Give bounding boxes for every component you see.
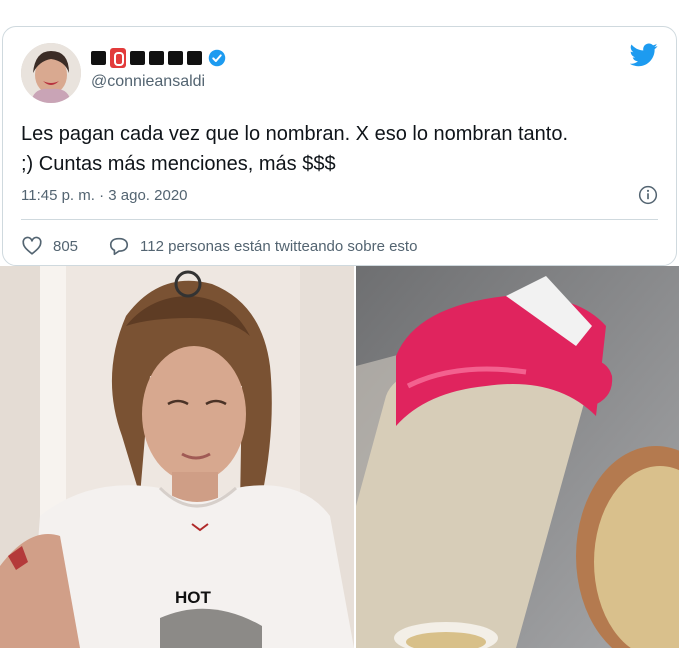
censored-name-block bbox=[91, 51, 106, 65]
photo-collage: HOT bbox=[0, 266, 679, 648]
like-button[interactable]: 805 bbox=[21, 235, 78, 257]
verified-badge-icon bbox=[208, 49, 226, 67]
avatar[interactable] bbox=[21, 43, 81, 103]
photo-shaker[interactable] bbox=[356, 266, 679, 648]
censored-name-block bbox=[187, 51, 202, 65]
tweet-timestamp[interactable]: 11:45 p. m. · 3 ago. 2020 bbox=[21, 187, 188, 204]
photo-woman[interactable]: HOT bbox=[0, 266, 354, 648]
display-name[interactable] bbox=[91, 48, 226, 68]
divider bbox=[21, 219, 658, 220]
tweet-text: Les pagan cada vez que lo nombran. X eso… bbox=[21, 119, 661, 179]
censored-name-block bbox=[130, 51, 145, 65]
censored-name-block-red bbox=[110, 48, 126, 68]
reply-icon bbox=[109, 237, 129, 256]
shirt-text: HOT bbox=[175, 588, 211, 607]
talking-count-text: 112 personas están twitteando sobre esto bbox=[140, 237, 418, 255]
conversation-button[interactable]: 112 personas están twitteando sobre esto bbox=[108, 235, 417, 257]
tweet-text-line2: ;) Cuntas más menciones, más $$$ bbox=[21, 153, 336, 175]
censored-name-block bbox=[149, 51, 164, 65]
tweet-actions: 805 112 personas están twitteando sobre … bbox=[21, 235, 447, 257]
censored-name-block bbox=[168, 51, 183, 65]
photo-shaker-image bbox=[356, 266, 679, 648]
avatar-image bbox=[21, 43, 81, 103]
heart-icon bbox=[22, 236, 42, 255]
like-count: 805 bbox=[53, 237, 79, 255]
tweet-card: @connieansaldi Les pagan cada vez que lo… bbox=[2, 26, 677, 266]
user-handle[interactable]: @connieansaldi bbox=[91, 73, 205, 91]
info-icon[interactable] bbox=[638, 185, 658, 205]
twitter-bird-icon[interactable] bbox=[630, 43, 658, 67]
tweet-text-line1: Les pagan cada vez que lo nombran. X eso… bbox=[21, 123, 569, 145]
